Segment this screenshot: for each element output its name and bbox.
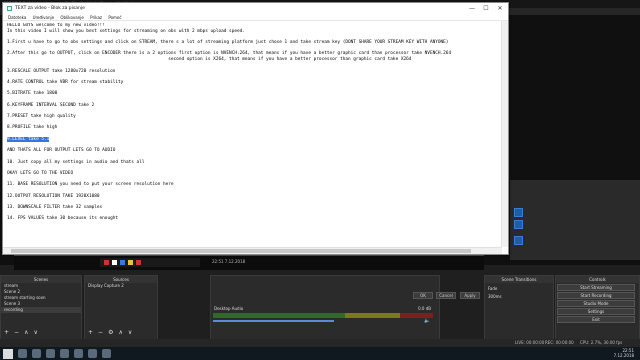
mixer-level: 0.0 dB xyxy=(418,306,431,311)
obs-icon[interactable] xyxy=(88,349,97,358)
notepad-icon[interactable] xyxy=(102,349,111,358)
menu-oblikovanje[interactable]: Oblikovanje xyxy=(60,15,83,20)
move-down-icon[interactable]: ∨ xyxy=(128,329,132,336)
store-icon[interactable] xyxy=(74,349,83,358)
cancel-button[interactable]: Cancel xyxy=(436,292,456,299)
text-line: 14. FPS VALUES take 30 because its enoug… xyxy=(7,216,119,222)
captured-taskbar-icons xyxy=(100,258,200,267)
gear-icon[interactable]: ⚙ xyxy=(108,329,113,336)
audio-mixer-dock: Desktop Audio 0.0 dB xyxy=(210,275,440,340)
remove-icon[interactable]: − xyxy=(14,329,19,336)
transition-duration[interactable]: 300ms xyxy=(488,294,550,299)
scenes-title: Scenes xyxy=(1,276,81,283)
preview-right-strip xyxy=(510,180,640,260)
notepad-text-area[interactable]: HELLO GUYS welcome to my new video!!! In … xyxy=(7,23,499,249)
minimize-icon[interactable]: — xyxy=(465,3,479,14)
taskbar-clock[interactable]: 22:51 7.12.2018 xyxy=(614,348,634,358)
sources-list: Display Capture 2 xyxy=(85,283,157,289)
scrollbar-thumb[interactable] xyxy=(11,249,471,253)
scenes-dock: Scenes stream Scene 2 stream starting so… xyxy=(0,275,82,340)
close-icon[interactable]: ✕ xyxy=(493,3,507,14)
scene-transitions-dock: Scene Transitions Fade 300ms xyxy=(484,275,554,340)
move-down-icon[interactable]: ∨ xyxy=(33,329,37,336)
preview-capture-taskbar xyxy=(14,256,484,270)
vertical-scrollbar[interactable] xyxy=(501,21,508,247)
menu-prikaz[interactable]: Prikaz xyxy=(90,15,102,20)
notepad-titlebar[interactable]: TEXT za video - Blok za pisanje — ☐ ✕ xyxy=(3,3,508,14)
source-item[interactable]: Display Capture 2 xyxy=(85,283,157,289)
browser-icon[interactable] xyxy=(60,349,69,358)
ok-button[interactable]: OK xyxy=(413,292,433,299)
scene-item-selected[interactable]: recording xyxy=(1,307,81,313)
notepad-app-icon xyxy=(7,6,12,11)
captured-icon xyxy=(514,236,523,245)
live-timer: LIVE: 00:00:00 xyxy=(515,340,545,345)
controls-title: Controls xyxy=(556,276,639,283)
selected-text: 9.LEVEL take 5.1 xyxy=(7,136,50,142)
start-recording-button[interactable]: Start Recording xyxy=(557,292,635,299)
sources-dock: Sources Display Capture 2 + − ⚙ ∧ ∨ xyxy=(84,275,158,340)
text-line: 1.First u have to go to obs settings and… xyxy=(7,40,449,46)
sources-toolbar: + − ⚙ ∧ ∨ xyxy=(88,329,132,336)
remove-icon[interactable]: − xyxy=(98,329,103,336)
menu-pomoc[interactable]: Pomoć xyxy=(108,15,121,20)
file-explorer-icon[interactable] xyxy=(46,349,55,358)
captured-clock: 22:51 7.12.2018 xyxy=(212,259,246,264)
exit-button[interactable]: Exit xyxy=(557,316,635,323)
transition-type[interactable]: Fade xyxy=(488,286,550,291)
horizontal-scrollbar[interactable] xyxy=(3,247,502,254)
obs-status-bar: LIVE: 00:00:00 REC: 00:00:00 CPU: 2.7%, … xyxy=(0,339,640,347)
maximize-icon[interactable]: ☐ xyxy=(479,3,493,14)
notepad-menubar: Datoteka Uređivanje Oblikovanje Prikaz P… xyxy=(3,14,508,21)
add-icon[interactable]: + xyxy=(88,329,93,336)
apply-button[interactable]: Apply xyxy=(460,292,480,299)
add-icon[interactable]: + xyxy=(4,329,9,336)
captured-icon xyxy=(514,208,523,217)
rec-timer: REC: 00:00:00 xyxy=(545,340,574,345)
task-view-icon[interactable] xyxy=(32,349,41,358)
volume-slider[interactable] xyxy=(213,320,334,322)
settings-button[interactable]: Settings xyxy=(557,308,635,315)
scenes-list: stream Scene 2 stream starting soon Scen… xyxy=(1,283,81,313)
audio-meter xyxy=(213,313,433,318)
start-streaming-button[interactable]: Start Streaming xyxy=(557,284,635,291)
captured-icon xyxy=(514,220,523,229)
cpu-fps: CPU: 2.7%, 30.00 fps xyxy=(580,340,623,345)
studio-mode-button[interactable]: Studio Mode xyxy=(557,300,635,307)
taskbar-date: 7.12.2018 xyxy=(613,353,634,358)
notepad-title: TEXT za video - Blok za pisanje xyxy=(15,6,85,11)
move-up-icon[interactable]: ∧ xyxy=(24,329,28,336)
search-icon[interactable] xyxy=(18,349,27,358)
speaker-icon[interactable]: 🔈 xyxy=(424,318,430,324)
transitions-title: Scene Transitions xyxy=(485,276,553,283)
mixer-track-name: Desktop Audio xyxy=(214,306,244,311)
windows-start-icon[interactable] xyxy=(3,348,13,359)
menu-datoteka[interactable]: Datoteka xyxy=(8,15,26,20)
notepad-window: TEXT za video - Blok za pisanje — ☐ ✕ Da… xyxy=(2,2,509,255)
move-up-icon[interactable]: ∧ xyxy=(118,329,122,336)
windows-taskbar xyxy=(0,347,640,360)
menu-uredivanje[interactable]: Uređivanje xyxy=(33,15,55,20)
sources-title: Sources xyxy=(85,276,157,283)
scenes-toolbar: + − ∧ ∨ xyxy=(4,329,38,336)
